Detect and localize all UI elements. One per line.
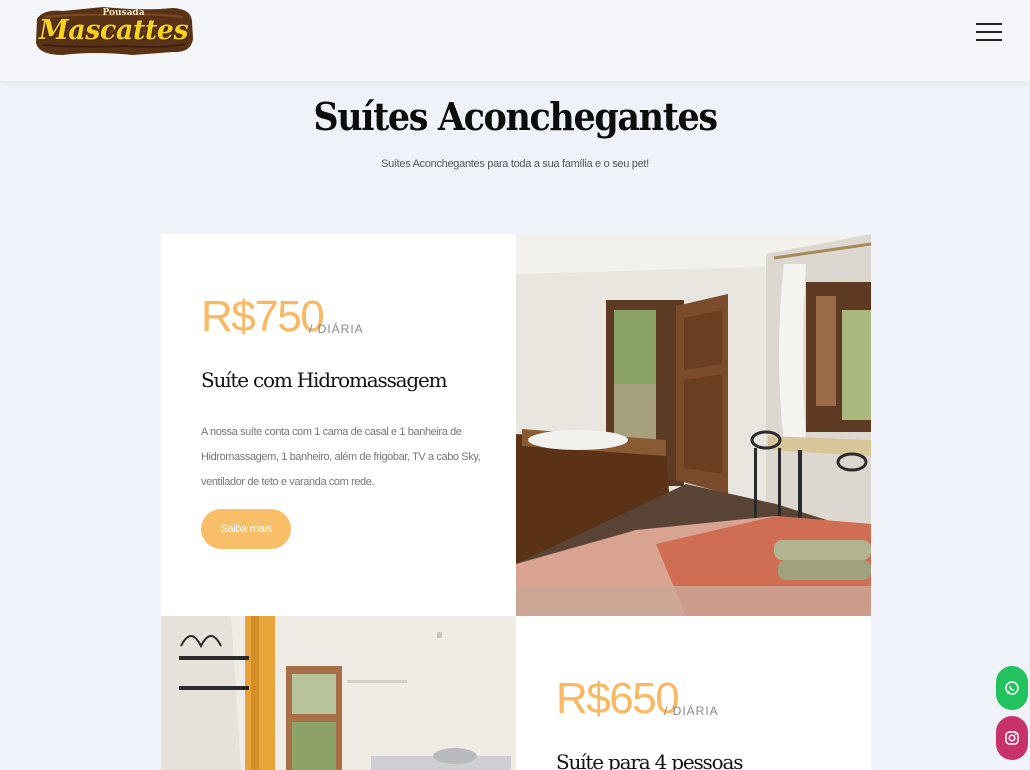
whatsapp-icon <box>1005 681 1019 695</box>
suite-card-1-photo <box>516 234 871 616</box>
section-subtitle: Suítes Aconchegantes para toda a sua fam… <box>381 158 649 170</box>
price-unit: / DIÁRIA <box>664 704 719 718</box>
instagram-icon <box>1005 731 1019 745</box>
menu-icon-line <box>976 39 1002 41</box>
suite-description: A nossa suíte conta com 1 cama de casal … <box>201 426 481 488</box>
suite-price: R$750 <box>201 292 325 341</box>
hamburger-menu-button[interactable] <box>974 20 1004 44</box>
whatsapp-button[interactable] <box>996 666 1028 710</box>
learn-more-button[interactable]: Saiba mais <box>201 509 291 549</box>
suite-card-2-text: R$650 / DIÁRIA Suíte para 4 pessoas <box>516 616 871 770</box>
menu-icon-line <box>976 23 1002 25</box>
suite-room-photo <box>516 234 871 616</box>
suite-card-1-text: R$750 / DIÁRIA Suíte com Hidromassagem A… <box>161 234 516 616</box>
suite-title: Suíte para 4 pessoas <box>556 750 743 770</box>
menu-icon-line <box>976 31 1002 33</box>
suite-room-photo-2 <box>161 616 516 770</box>
logo-main-text: Mascattes <box>38 15 189 46</box>
site-header: Pousada Mascattes <box>0 0 1030 81</box>
instagram-button[interactable] <box>996 716 1028 760</box>
site-logo[interactable]: Pousada Mascattes <box>33 5 194 57</box>
price-unit: / DIÁRIA <box>309 322 364 336</box>
section-title: Suítes Aconchegantes <box>313 94 718 139</box>
suite-card-2-photo <box>161 616 516 770</box>
suite-title: Suíte com Hidromassagem <box>201 368 448 392</box>
suite-price: R$650 <box>556 674 680 723</box>
